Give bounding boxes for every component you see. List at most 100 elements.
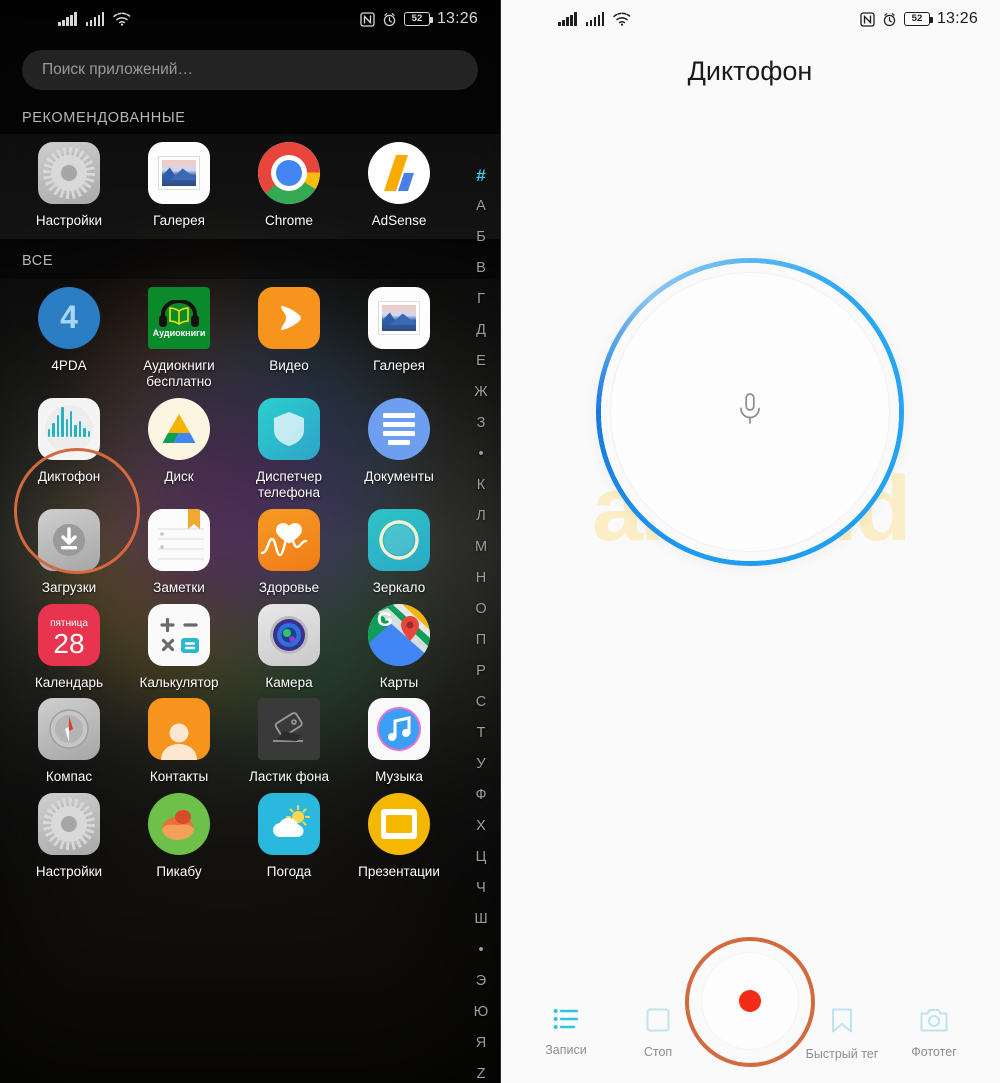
app-tile-music[interactable]: Музыка	[344, 690, 454, 785]
index-letter[interactable]: #	[476, 160, 485, 191]
app-label: Диск	[164, 468, 194, 484]
record-visualizer-circle[interactable]	[596, 258, 904, 566]
weather-icon	[258, 793, 320, 856]
battery-icon: 52	[903, 12, 933, 26]
app-tile-calendar[interactable]: пятница 28 Календарь	[14, 596, 124, 691]
index-letter[interactable]: О	[475, 594, 486, 625]
index-letter[interactable]: Э	[476, 966, 486, 997]
app-tile-adsense[interactable]: AdSense	[344, 134, 454, 229]
index-letter[interactable]: У	[476, 749, 485, 780]
index-letter[interactable]: Ю	[474, 997, 489, 1028]
app-tile-mirror[interactable]: Зеркало	[344, 501, 454, 596]
index-letter[interactable]: •	[478, 935, 483, 966]
app-tile-contacts[interactable]: Контакты	[124, 690, 234, 785]
app-tile-calculator[interactable]: Калькулятор	[124, 596, 234, 691]
index-letter[interactable]: •	[478, 439, 483, 470]
app-tile-downloads[interactable]: Загрузки	[14, 501, 124, 596]
app-label: Компас	[45, 769, 93, 785]
index-letter[interactable]: Z	[477, 1059, 486, 1083]
app-tile-pikabu[interactable]: Пикабу	[124, 785, 234, 880]
status-bar-signals	[558, 12, 631, 26]
app-tile-health[interactable]: Здоровье	[234, 501, 344, 596]
index-letter[interactable]: Н	[476, 563, 486, 594]
index-letter[interactable]: Х	[476, 811, 486, 842]
section-header-recommended: РЕКОМЕНДОВАННЫЕ	[22, 110, 186, 126]
app-tile-voice-recorder[interactable]: Диктофон	[14, 390, 124, 501]
signal-bars-sim2-icon	[586, 12, 604, 26]
index-letter[interactable]: Л	[476, 501, 486, 532]
app-label: Контакты	[149, 769, 209, 785]
app-tile-settings-2[interactable]: Настройки	[14, 785, 124, 880]
battery-icon: 52	[403, 12, 433, 26]
app-label: Погода	[266, 864, 312, 880]
toolbar-label: Фототег	[911, 1045, 957, 1059]
index-letter[interactable]: Ж	[474, 377, 487, 408]
index-letter[interactable]: В	[476, 253, 486, 284]
app-tile-chrome[interactable]: Chrome	[234, 134, 344, 229]
app-tile-settings[interactable]: Настройки	[14, 134, 124, 229]
toolbar-item-recordings[interactable]: Записи	[522, 1008, 610, 1057]
app-drawer-panel: 52 13:26 Поиск приложений… РЕКОМЕНДОВАНН…	[0, 0, 500, 1083]
google-maps-icon: G	[368, 603, 430, 666]
pikabu-icon	[148, 793, 210, 856]
index-letter[interactable]: З	[477, 408, 486, 439]
index-letter[interactable]: М	[475, 532, 487, 563]
app-label: Галерея	[153, 213, 205, 228]
alphabet-index[interactable]: # А Б В Г Д Е Ж З • К Л М Н О П Р С Т У Ф Х Ц Ч Ш • Э Ю Я Z	[464, 160, 498, 1083]
highlight-ring-record-button	[685, 937, 815, 1067]
app-label: Пикабу	[156, 864, 202, 880]
index-letter[interactable]: К	[477, 470, 485, 501]
app-label: 4PDA	[51, 357, 87, 373]
background-eraser-icon	[258, 698, 320, 761]
status-bar-indicators: 52 13:26	[860, 10, 978, 28]
index-letter[interactable]: Д	[476, 315, 486, 346]
index-letter[interactable]: Б	[476, 222, 486, 253]
index-letter[interactable]: Р	[476, 656, 486, 687]
index-letter[interactable]: П	[476, 625, 486, 656]
status-bar-signals	[58, 12, 131, 26]
bookmark-tag-icon	[831, 1008, 853, 1039]
index-letter[interactable]: Г	[477, 284, 485, 315]
app-tile-phone-manager[interactable]: Диспетчер телефона	[234, 390, 344, 501]
search-input[interactable]: Поиск приложений…	[22, 50, 478, 90]
index-letter[interactable]: Ш	[474, 904, 487, 935]
app-tile-video[interactable]: Видео	[234, 279, 344, 390]
app-label: Ластик фона	[248, 769, 330, 785]
app-tile-compass[interactable]: Компас	[14, 690, 124, 785]
app-tile-google-drive[interactable]: Диск	[124, 390, 234, 501]
screenshot-root: 52 13:26 Поиск приложений… РЕКОМЕНДОВАНН…	[0, 0, 1000, 1083]
app-label: Галерея	[373, 357, 425, 373]
app-label: Заметки	[153, 579, 205, 595]
app-tile-camera[interactable]: Камера	[234, 596, 344, 691]
google-slides-icon	[368, 793, 430, 856]
index-letter[interactable]: Ф	[475, 780, 486, 811]
app-tile-google-slides[interactable]: Презентации	[344, 785, 454, 880]
app-tile-gallery[interactable]: Галерея	[124, 134, 234, 229]
app-tile-gallery-2[interactable]: Галерея	[344, 279, 454, 390]
app-label: AdSense	[371, 213, 427, 228]
index-letter[interactable]: А	[476, 191, 486, 222]
nfc-icon	[360, 11, 375, 27]
app-label: Презентации	[358, 864, 440, 880]
index-letter[interactable]: Ц	[476, 842, 487, 873]
calendar-day-text: 28	[53, 627, 85, 659]
app-tile-background-eraser[interactable]: Ластик фона	[234, 690, 344, 785]
app-tile-4pda[interactable]: 4 4PDA	[14, 279, 124, 390]
index-letter[interactable]: Ч	[476, 873, 486, 904]
index-letter[interactable]: Т	[477, 718, 486, 749]
app-tile-audiobooks[interactable]: Аудиокниги Аудиокниги бесплатно	[124, 279, 234, 390]
app-label: Карты	[379, 674, 419, 690]
recordings-list-icon	[553, 1008, 579, 1035]
app-tile-weather[interactable]: Погода	[234, 785, 344, 880]
app-label: Загрузки	[41, 579, 97, 595]
app-tile-notes[interactable]: Заметки	[124, 501, 234, 596]
mirror-icon	[368, 508, 430, 571]
index-letter[interactable]: С	[476, 687, 486, 718]
toolbar-item-photo-tag[interactable]: Фототег	[890, 1008, 978, 1059]
index-letter[interactable]: Я	[476, 1028, 486, 1059]
4pda-icon: 4	[38, 286, 100, 349]
app-tile-google-docs[interactable]: Документы	[344, 390, 454, 501]
index-letter[interactable]: Е	[476, 346, 486, 377]
app-tile-google-maps[interactable]: G Карты	[344, 596, 454, 691]
signal-bars-sim2-icon	[86, 12, 104, 26]
